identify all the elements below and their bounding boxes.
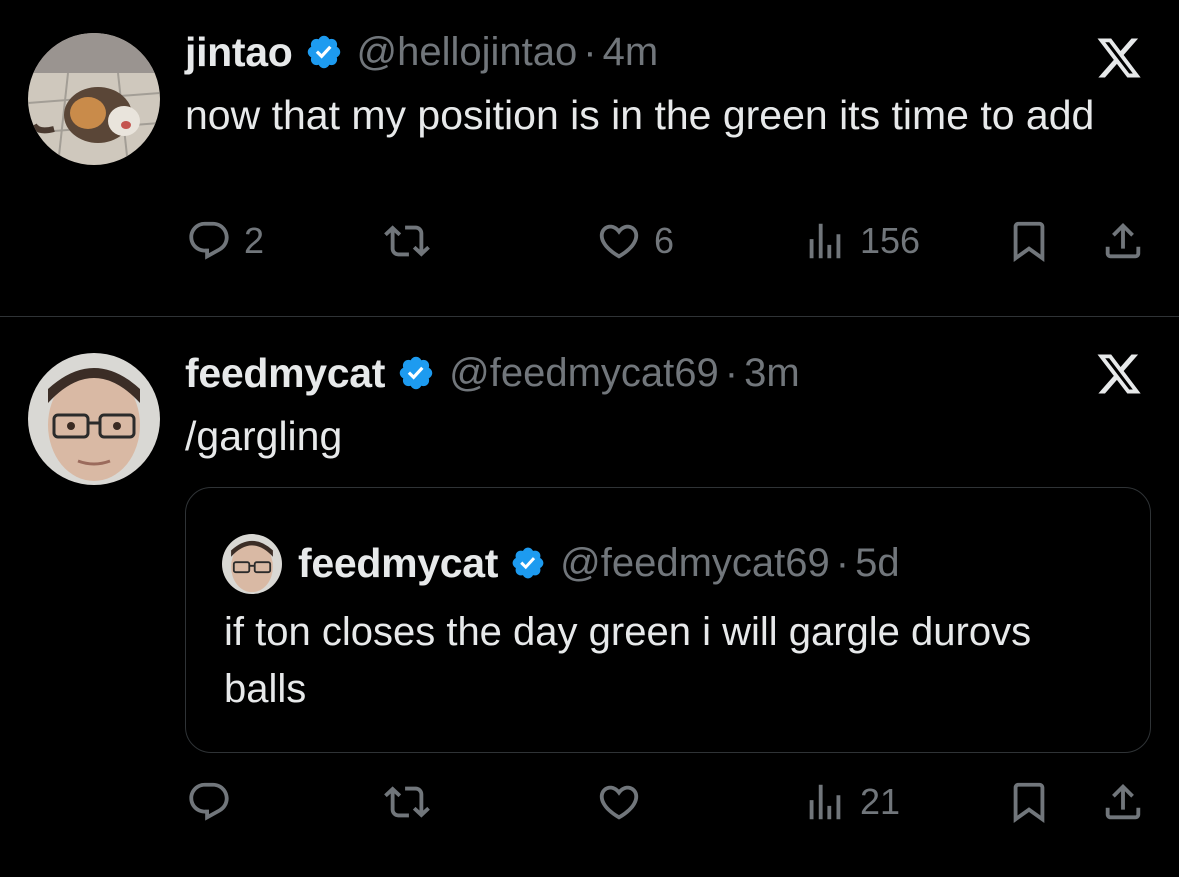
share-icon xyxy=(1100,218,1146,264)
quoted-timestamp[interactable]: 5d xyxy=(855,541,900,586)
share-icon xyxy=(1100,779,1146,825)
quoted-tweet[interactable]: feedmycat @feedmycat69 · 5d if ton close… xyxy=(185,487,1151,753)
timestamp[interactable]: 3m xyxy=(744,351,800,396)
display-name[interactable]: jintao xyxy=(185,29,293,76)
view-count: 156 xyxy=(860,220,921,261)
avatar[interactable] xyxy=(28,33,160,165)
retweet-icon xyxy=(384,779,430,825)
reply-icon xyxy=(186,218,232,264)
timestamp[interactable]: 4m xyxy=(603,30,659,75)
bookmark-button[interactable] xyxy=(1006,218,1052,264)
username[interactable]: @feedmycat69 xyxy=(449,351,719,396)
share-button[interactable] xyxy=(1100,779,1146,825)
reply-button[interactable] xyxy=(186,779,244,825)
like-button[interactable]: 6 xyxy=(596,218,674,264)
views-button[interactable]: 156 xyxy=(802,218,920,264)
quoted-display-name[interactable]: feedmycat xyxy=(298,540,498,587)
share-button[interactable] xyxy=(1100,218,1146,264)
bookmark-button[interactable] xyxy=(1006,779,1052,825)
tweet[interactable]: jintao @hellojintao · 4m now that my pos… xyxy=(0,0,1179,316)
separator: · xyxy=(724,350,739,395)
like-button[interactable] xyxy=(596,779,654,825)
quoted-text: if ton closes the day green i will gargl… xyxy=(224,610,1032,711)
username[interactable]: @hellojintao xyxy=(357,30,578,75)
views-button[interactable]: 21 xyxy=(802,779,900,825)
x-logo-icon xyxy=(1094,34,1144,82)
separator: · xyxy=(835,540,850,585)
x-logo-icon xyxy=(1094,350,1144,398)
tweet-text: now that my position is in the green its… xyxy=(185,92,1095,138)
reply-count: 2 xyxy=(244,220,265,261)
verified-badge-icon xyxy=(510,545,546,581)
tweet-text: /gargling xyxy=(185,413,343,459)
avatar[interactable] xyxy=(28,353,160,485)
views-icon xyxy=(802,218,848,264)
bookmark-icon xyxy=(1006,218,1052,264)
action-bar: 2 6 156 xyxy=(0,218,1179,278)
retweet-icon xyxy=(384,218,430,264)
tweet-header: jintao @hellojintao · 4m xyxy=(185,26,658,78)
bookmark-icon xyxy=(1006,779,1052,825)
retweet-button[interactable] xyxy=(384,218,442,264)
like-count: 6 xyxy=(654,220,675,261)
like-icon xyxy=(596,779,642,825)
retweet-button[interactable] xyxy=(384,779,442,825)
like-icon xyxy=(596,218,642,264)
reply-icon xyxy=(186,779,232,825)
quoted-username[interactable]: @feedmycat69 xyxy=(560,541,830,586)
quoted-avatar[interactable] xyxy=(222,534,282,594)
tweet-header: feedmycat @feedmycat69 · 3m xyxy=(185,347,800,399)
view-count: 21 xyxy=(860,781,901,822)
quoted-header: feedmycat @feedmycat69 · 5d xyxy=(298,536,900,590)
action-bar: 21 xyxy=(0,779,1179,839)
verified-badge-icon xyxy=(397,354,435,392)
verified-badge-icon xyxy=(305,33,343,71)
reply-button[interactable]: 2 xyxy=(186,218,264,264)
separator: · xyxy=(583,29,597,74)
views-icon xyxy=(802,779,848,825)
display-name[interactable]: feedmycat xyxy=(185,350,385,397)
tweet[interactable]: feedmycat @feedmycat69 · 3m /gargling fe… xyxy=(0,317,1179,877)
